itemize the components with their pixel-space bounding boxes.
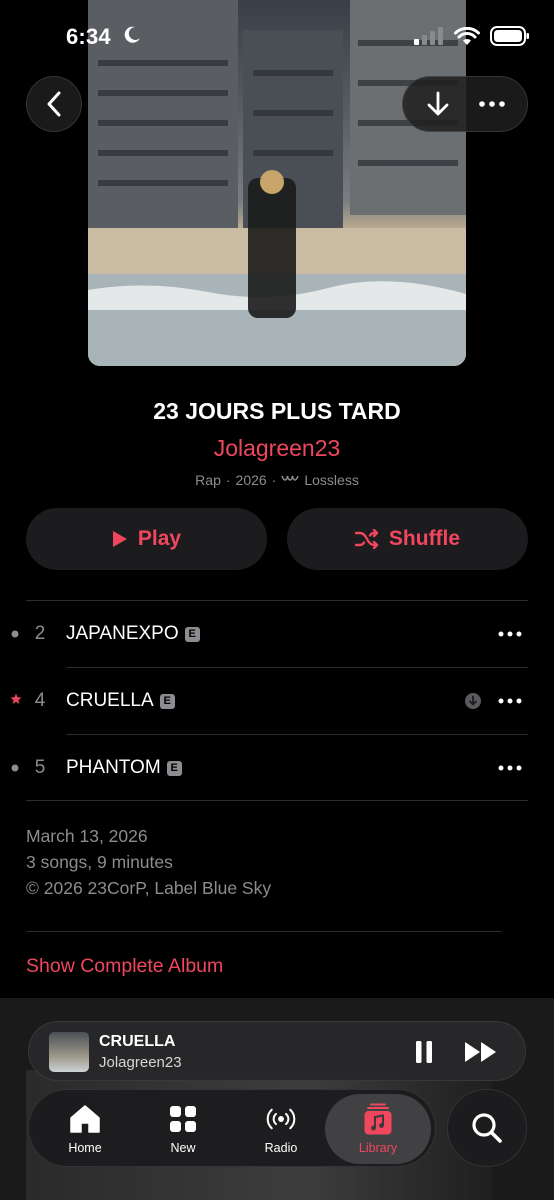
tab-label: Radio	[264, 1141, 298, 1155]
show-complete-album-link[interactable]: Show Complete Album	[26, 955, 223, 978]
tab-bar: Home New Radio Library	[28, 1089, 436, 1167]
play-label: Play	[137, 527, 182, 550]
track-row[interactable]: 2 JAPANEXPO E	[0, 601, 554, 667]
track-more-icon[interactable]	[498, 691, 522, 711]
chevron-left-icon	[47, 91, 61, 117]
now-playing-title: CRUELLA	[99, 1033, 176, 1050]
track-number: 4	[34, 690, 46, 711]
track-title: PHANTOM	[66, 757, 161, 778]
album-summary: 3 songs, 9 minutes	[26, 852, 173, 872]
explicit-badge: E	[184, 626, 200, 642]
explicit-badge: E	[159, 693, 175, 709]
album-copyright: © 2026 23CorP, Label Blue Sky	[26, 878, 272, 898]
meta-separator: ·	[225, 472, 231, 488]
shuffle-label: Shuffle	[388, 527, 461, 550]
downloaded-icon	[465, 693, 481, 709]
track-star-icon	[10, 692, 22, 710]
track-more-icon[interactable]	[498, 624, 522, 644]
tab-library[interactable]: Library	[325, 1094, 431, 1164]
album-year: 2026	[235, 472, 267, 488]
divider	[26, 931, 502, 932]
more-options-icon[interactable]	[478, 101, 505, 107]
shuffle-button[interactable]: Shuffle	[287, 508, 528, 570]
search-icon	[472, 1113, 502, 1143]
album-title: 23 JOURS PLUS TARD	[153, 398, 401, 424]
album-genre: Rap	[195, 472, 221, 488]
divider	[26, 800, 528, 801]
moon-icon	[124, 26, 140, 43]
lossless-icon	[281, 475, 300, 481]
tab-new[interactable]: New	[135, 1090, 231, 1168]
track-row[interactable]: 5 PHANTOM E	[0, 735, 554, 801]
album-actions-pill	[402, 76, 528, 132]
now-playing-artist: Jolagreen23	[99, 1054, 182, 1071]
track-title: CRUELLA	[66, 690, 154, 711]
shuffle-icon	[354, 529, 379, 549]
tab-label: Home	[68, 1141, 102, 1155]
track-number: 2	[34, 623, 46, 644]
album-artist-link[interactable]: Jolagreen23	[0, 435, 554, 462]
tab-label: Library	[358, 1141, 398, 1155]
status-time: 6:34	[66, 24, 111, 49]
search-button[interactable]	[447, 1089, 527, 1167]
mini-player[interactable]: CRUELLA Jolagreen23	[28, 1021, 526, 1081]
meta-separator: ·	[271, 472, 277, 488]
fast-forward-icon[interactable]	[464, 1040, 498, 1064]
track-number: 5	[34, 757, 46, 778]
track-title-group: JAPANEXPO E	[66, 623, 200, 645]
status-bar: 6:34	[0, 0, 554, 76]
radio-waves-icon	[265, 1103, 297, 1135]
release-date: March 13, 2026	[26, 826, 148, 846]
mini-player-artwork	[49, 1032, 89, 1072]
status-icons	[414, 26, 530, 46]
track-more-icon[interactable]	[498, 758, 522, 778]
track-dot-icon	[10, 625, 20, 643]
tab-home[interactable]: Home	[37, 1090, 133, 1168]
battery-icon	[490, 26, 529, 46]
tab-radio[interactable]: Radio	[233, 1090, 329, 1168]
wifi-icon	[454, 26, 480, 45]
house-icon	[69, 1103, 101, 1135]
album-quality: Lossless	[304, 472, 359, 488]
track-row[interactable]: 4 CRUELLA E	[0, 668, 554, 734]
pause-icon[interactable]	[414, 1040, 434, 1064]
track-title-group: PHANTOM E	[66, 757, 182, 779]
back-button[interactable]	[26, 76, 82, 132]
music-library-icon	[362, 1103, 394, 1135]
explicit-badge: E	[166, 760, 182, 776]
grid-icon	[167, 1103, 199, 1135]
play-icon	[112, 531, 127, 547]
track-title: JAPANEXPO	[66, 623, 179, 644]
album-info: March 13, 2026 3 songs, 9 minutes © 2026…	[26, 823, 271, 901]
download-icon[interactable]	[426, 91, 450, 117]
tab-label: New	[170, 1141, 196, 1155]
cellular-signal-icon	[414, 27, 443, 45]
play-button[interactable]: Play	[26, 508, 267, 570]
album-meta: Rap · 2026 · Lossless	[0, 472, 554, 488]
track-title-group: CRUELLA E	[66, 690, 175, 712]
track-dot-icon	[10, 759, 20, 777]
